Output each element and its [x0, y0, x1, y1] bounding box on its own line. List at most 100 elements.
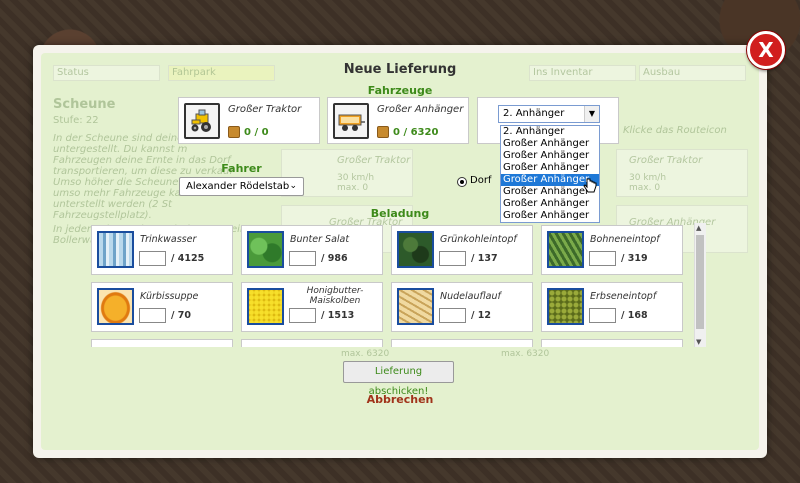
cargo-item: Bunter Salat / 986 [241, 225, 383, 275]
trailer-select[interactable]: 2. Anhänger ▼ [498, 105, 600, 123]
cargo-quantity-input[interactable] [289, 308, 316, 323]
chevron-down-icon: ⌄ [289, 181, 297, 191]
cargo-count: / 986 [321, 253, 348, 264]
cargo-quantity-input[interactable] [289, 251, 316, 266]
trailer-select-value: 2. Anhänger [503, 108, 565, 119]
cargo-item-partial [91, 339, 233, 347]
dropdown-option[interactable]: Großer Anhänger [501, 150, 599, 162]
cargo-item: Bohneneintopf / 319 [541, 225, 683, 275]
scroll-down-icon[interactable]: ▼ [696, 338, 701, 346]
cargo-quantity-input[interactable] [139, 308, 166, 323]
cargo-item: Grünkohleintopf / 137 [391, 225, 533, 275]
beladung-heading: Beladung [370, 207, 430, 220]
pasta-bake-icon [397, 288, 434, 325]
cargo-quantity-input[interactable] [589, 251, 616, 266]
cargo-name: Kürbissuppe [140, 291, 199, 302]
trailer-icon [333, 103, 369, 139]
scroll-up-icon[interactable]: ▲ [696, 224, 701, 232]
kale-stew-icon [397, 231, 434, 268]
bean-stew-icon [547, 231, 584, 268]
crate-icon [228, 126, 240, 138]
pea-stew-icon [547, 288, 584, 325]
cargo-count: / 1513 [321, 310, 355, 321]
destination-label: Dorf [470, 175, 492, 186]
dropdown-option[interactable]: Großer Anhänger [501, 162, 599, 174]
cargo-count-value: 12 [477, 310, 492, 321]
fahrzeuge-heading: Fahrzeuge [367, 84, 433, 97]
cargo-count-value: 70 [177, 310, 192, 321]
dropdown-option[interactable]: 2. Anhänger [501, 126, 599, 138]
cargo-count: / 70 [171, 310, 192, 321]
bg-card-2-max: max. 0 [629, 183, 661, 193]
bg-card-1-speed: 30 km/h [337, 173, 375, 183]
bg-max-2: max. 6320 [501, 349, 550, 359]
cargo-item: Trinkwasser / 4125 [91, 225, 233, 275]
trinkwasser-icon [97, 231, 134, 268]
driver-select[interactable]: Alexander Rödelstab ⌄ [179, 177, 304, 196]
cargo-item-partial [391, 339, 533, 347]
bg-klicke: Klicke das Routeicon [623, 125, 727, 136]
bg-card-2-speed: 30 km/h [629, 173, 667, 183]
cargo-count: / 168 [621, 310, 648, 321]
fahrer-heading: Fahrer [221, 162, 262, 175]
salad-icon [247, 231, 284, 268]
cargo-name: Grünkohleintopf [440, 234, 517, 245]
bg-card-1-label: Großer Traktor [337, 155, 411, 166]
vehicle-card-tractor[interactable]: Großer Traktor 0 / 0 [178, 97, 320, 144]
bg-stufe: Stufe: 22 [53, 115, 99, 126]
cargo-count: / 12 [471, 310, 492, 321]
corn-icon [247, 288, 284, 325]
cargo-name: Bohneneintopf [590, 234, 660, 245]
hand-cursor-icon [583, 178, 597, 198]
cargo-name: Erbseneintopf [590, 291, 657, 302]
vehicle-capacity-value: 0 / 6320 [393, 127, 439, 138]
cargo-item: Kürbissuppe / 70 [91, 282, 233, 332]
delivery-modal: Status Fahrpark Ins Inventar Ausbau Sche… [33, 45, 767, 458]
cargo-count-value: 4125 [177, 253, 205, 264]
cargo-scrollbar[interactable]: ▲ ▼ [694, 223, 706, 347]
cargo-name: Honigbutter-Maiskolben [306, 286, 364, 306]
cargo-quantity-input[interactable] [589, 308, 616, 323]
cargo-item: Honigbutter-Maiskolben / 1513 [241, 282, 383, 332]
pumpkin-soup-icon [97, 288, 134, 325]
vehicle-capacity: 0 / 6320 [377, 126, 438, 138]
vehicle-name: Großer Anhänger [377, 104, 464, 115]
cargo-count-value: 986 [327, 253, 348, 264]
cargo-item-partial [541, 339, 683, 347]
cargo-quantity-input[interactable] [439, 308, 466, 323]
driver-select-value: Alexander Rödelstab [186, 181, 290, 192]
bg-desc-1: In der Scheune sind deine [53, 133, 184, 144]
cargo-count: / 319 [621, 253, 648, 264]
tractor-icon [184, 103, 220, 139]
vehicle-card-trailer[interactable]: Großer Anhänger 0 / 6320 [327, 97, 469, 144]
scrollbar-thumb[interactable] [696, 235, 704, 329]
modal-title: Neue Lieferung [343, 62, 457, 77]
cargo-quantity-input[interactable] [439, 251, 466, 266]
destination-radio[interactable] [457, 177, 467, 187]
vehicle-name: Großer Traktor [228, 104, 302, 115]
cargo-name: Nudelauflauf [440, 291, 501, 302]
bg-desc-2: untergestellt. Du kannst m [53, 144, 188, 155]
bg-max-1: max. 6320 [341, 349, 390, 359]
bg-card-2-label: Großer Traktor [629, 155, 703, 166]
vehicle-capacity-value: 0 / 0 [244, 127, 269, 138]
cargo-count-value: 168 [627, 310, 648, 321]
cargo-quantity-input[interactable] [139, 251, 166, 266]
cargo-item-partial [241, 339, 383, 347]
submit-delivery-button[interactable]: Lieferung abschicken! [343, 361, 454, 397]
crate-icon [377, 126, 389, 138]
cargo-name: Trinkwasser [140, 234, 197, 245]
cargo-count-value: 137 [477, 253, 498, 264]
cargo-grid: Trinkwasser / 4125 Bunter Salat / 986 Gr… [85, 223, 717, 347]
bg-card-1-max: max. 0 [337, 183, 369, 193]
bg-scheune-title: Scheune [53, 97, 116, 112]
cancel-link[interactable]: Abbrechen [33, 393, 767, 406]
vehicle-capacity: 0 / 0 [228, 126, 269, 138]
cargo-count: / 137 [471, 253, 498, 264]
dropdown-option[interactable]: Großer Anhänger [501, 138, 599, 150]
chevron-down-icon[interactable]: ▼ [584, 106, 599, 122]
close-icon[interactable]: X [747, 31, 785, 69]
bg-desc-5: Umso höher die Scheune aus [53, 177, 200, 188]
cargo-count-value: 1513 [327, 310, 355, 321]
cargo-count-value: 319 [627, 253, 648, 264]
